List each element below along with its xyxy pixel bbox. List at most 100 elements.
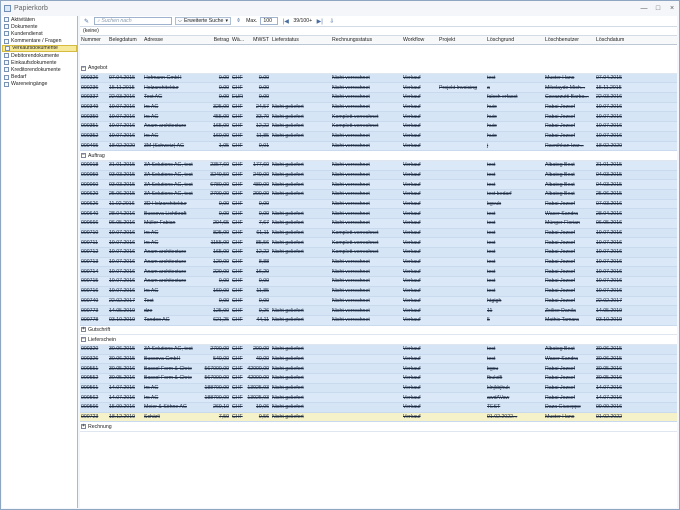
table-row[interactable]: 000640 28.04.2016 Bussova Lichtkraft 0,00 CH… xyxy=(80,209,677,219)
sidebar-item-bedarf[interactable]: Bedarf xyxy=(2,74,77,81)
table-cell: CHF xyxy=(232,249,243,256)
table-header: Nummer Belegdatum Adresse Betrag Wä... MWST Li… xyxy=(80,36,677,45)
group-lieferschein[interactable]: − Lieferschein xyxy=(80,335,677,345)
table-cell: 07.04.2015 xyxy=(596,75,622,82)
search-input[interactable]: ⌕ Suchen nach xyxy=(94,17,172,25)
table-row[interactable]: 000716 19.07.2016 Irs AG 160,00 CHF 11,85 Nich… xyxy=(80,286,677,297)
table-cell: 567000,00 xyxy=(204,375,229,382)
sidebar-item-einkaufsdokumente[interactable]: Einkaufsdokumente xyxy=(2,59,77,66)
collapse-icon[interactable]: − xyxy=(81,337,86,343)
table-row[interactable]: 000723 18.12.2019 Schärli 7,50 CHF 0,56 Nicht … xyxy=(80,412,677,423)
column-header[interactable]: Belegdatum xyxy=(108,37,143,43)
group-gutschrift[interactable]: + Gutschrift xyxy=(80,325,677,336)
table-cell: Nicht verrechnet xyxy=(332,104,370,111)
table-row[interactable]: 000349 19.07.2016 Irs AG 325,00 CHF 24,57 Nich… xyxy=(80,102,677,113)
column-header[interactable]: Rechnungsstatus xyxy=(331,37,402,43)
collapse-icon[interactable]: − xyxy=(81,153,86,159)
sidebar-item-aktivit-ten[interactable]: Aktivitäten xyxy=(2,16,77,23)
table-cell: test xyxy=(487,230,496,237)
column-header[interactable]: Löschbenutzer xyxy=(544,37,595,43)
table-cell: 18.02.2020 xyxy=(109,142,135,149)
collapse-icon[interactable]: − xyxy=(81,65,86,71)
column-header[interactable]: Workflow xyxy=(402,37,438,43)
edit-icon[interactable]: ✎ xyxy=(82,17,91,25)
table-row[interactable]: 000626 11.02.2016 3D Holzarchitektur 0,00 CH… xyxy=(80,199,677,210)
table-row[interactable]: 000778 03.10.2019 Tandoo AG 621,25 CHF 44,11 N… xyxy=(80,315,677,326)
first-page-icon[interactable]: |◀ xyxy=(281,17,290,25)
close-button[interactable]: × xyxy=(665,5,679,12)
minimize-button[interactable]: — xyxy=(637,5,651,12)
table-row[interactable]: 000060 03.03.2015 3A Solutions AG, test 678… xyxy=(80,180,677,190)
table-row[interactable]: 000326 07.04.2015 Hofmann GmbH 0,00 CHF 0,00 N… xyxy=(80,73,677,84)
group-rechnung[interactable]: + Rechnung xyxy=(80,422,677,433)
sidebar-item-verkaufsdokumente[interactable]: Verkaufsdokumente xyxy=(2,44,77,52)
table-row[interactable]: 000710 19.07.2016 Irs AG 825,00 CHF 61,11 Nich… xyxy=(80,228,677,239)
max-input[interactable]: 100 xyxy=(260,17,279,25)
table-row[interactable]: 000566 15.09.2016 Meier & Söhne AG 269,10 CH… xyxy=(80,403,677,413)
table-cell: Münger Florian xyxy=(545,220,580,227)
group-auftrag[interactable]: − Auftrag xyxy=(80,151,677,161)
table-row[interactable]: 000714 19.07.2016 Anam architecture 220,00 C… xyxy=(80,267,677,278)
table-cell: Nicht verrechnet xyxy=(332,297,370,304)
table-row[interactable]: 000059 03.03.2015 3A Solutions AG, test 324… xyxy=(80,170,677,181)
column-header[interactable]: Projekt xyxy=(438,37,486,43)
table-cell: test xyxy=(487,171,496,178)
column-header[interactable]: Wä... xyxy=(231,37,246,43)
table-cell: CHF xyxy=(232,355,243,362)
table-row[interactable]: 000713 19.07.2016 Anam architecture 120,00 C… xyxy=(80,257,677,268)
table-row[interactable]: 000018 31.01.2015 3A Solutions AG, test 235… xyxy=(80,160,677,171)
last-page-icon[interactable]: ▶| xyxy=(315,17,324,25)
table-cell: test xyxy=(487,346,496,353)
sidebar-item-kommentare-fragen[interactable]: Kommentare / Fragen xyxy=(2,38,77,45)
table-cell: test xyxy=(487,355,496,362)
table-row[interactable]: 000712 19.07.2016 Anam architecture 165,00 C… xyxy=(80,248,677,258)
table-row[interactable]: 000773 14.05.2019 dze 125,00 CHF 9,26 Nicht ge… xyxy=(80,306,677,316)
sidebar-item-debitorendokumente[interactable]: Debitorendokumente xyxy=(2,52,77,59)
maximize-button[interactable]: □ xyxy=(651,5,665,12)
table-row[interactable]: 000562 14.07.2016 Irs AG 188700,00 CHF 13925,… xyxy=(80,393,677,404)
expand-icon[interactable]: + xyxy=(81,424,86,430)
export-icon[interactable]: ⇩ xyxy=(327,17,336,25)
column-header[interactable]: Lieferstatus xyxy=(271,37,331,43)
column-header[interactable]: MWST xyxy=(246,37,271,43)
table-row[interactable]: 000326 30.06.2015 Bussova GmbH 540,00 CHF 40,… xyxy=(80,354,677,365)
table-row[interactable]: 000350 19.07.2016 Irs AG 455,00 CHF 33,70 Nich… xyxy=(80,112,677,123)
table-row[interactable]: 000715 19.07.2016 Anam architecture 0,00 CHF… xyxy=(80,277,677,287)
table-cell: Irs AG xyxy=(144,104,159,111)
table-cell: 16,29 xyxy=(256,268,269,275)
table-row[interactable]: 000552 30.05.2016 Bassol Form & Chrie 56700… xyxy=(80,374,677,384)
table-cell: Nicht verrechnet xyxy=(332,268,370,275)
sidebar-item-wareneing-nge[interactable]: Wareneingänge xyxy=(2,81,77,88)
table-cell: 30.05.2016 xyxy=(109,365,135,372)
column-header[interactable]: Betrag xyxy=(200,37,231,43)
sidebar-item-kundendienst[interactable]: Kundendienst xyxy=(2,30,77,37)
table-cell: 13925,93 xyxy=(247,385,269,392)
column-header[interactable]: Adresse xyxy=(143,37,200,43)
table-row[interactable]: 000620 25.06.2015 3A Solutions AG, test 270… xyxy=(80,189,677,200)
extended-search-button[interactable]: ⌵ Erweiterte Suche ▾ xyxy=(175,17,232,25)
table-row[interactable]: 000666 06.05.2016 Müller Fabian 204,65 CHF 7,… xyxy=(80,219,677,229)
filter-icon[interactable]: ⌽ xyxy=(234,17,243,25)
table-cell: Nicht geliefert xyxy=(272,346,304,353)
table-cell: Komplett verrechnet xyxy=(332,113,379,120)
column-header[interactable]: Nummer xyxy=(80,37,108,43)
sidebar-item-kreditorendokumente[interactable]: Kreditorendokumente xyxy=(2,66,77,73)
table-row[interactable]: 000351 19.07.2016 Anam architecture 165,00 C… xyxy=(80,122,677,132)
table-row[interactable]: 000551 30.05.2016 Bassol Form & Chrie 56700… xyxy=(80,364,677,374)
column-header[interactable]: Löschdatum xyxy=(595,37,645,43)
table-cell: 11,85 xyxy=(256,288,269,295)
table-row[interactable]: 000337 22.03.2016 Test AG 0,00 EUR 0,00 Nicht … xyxy=(80,93,677,103)
column-header[interactable]: Löschgrund xyxy=(486,37,544,43)
group-angebot[interactable]: − Angebot xyxy=(80,64,677,74)
table-cell: klnjkbjhuk xyxy=(487,385,510,392)
expand-icon[interactable]: + xyxy=(81,327,86,333)
table-row[interactable]: 000352 19.07.2016 Irs AG 160,00 CHF 11,85 Nich… xyxy=(80,131,677,142)
table-row[interactable]: 000711 19.07.2016 Irs AG 1155,00 CHF 85,56 Nic… xyxy=(80,238,677,249)
table-row[interactable]: 000236 15.11.2015 Holzarchitektur 0,00 CHF 0,… xyxy=(80,83,677,94)
table-row[interactable]: 000561 14.07.2016 Irs AG 188700,00 CHF 13925,… xyxy=(80,383,677,394)
table-row[interactable]: 000740 22.02.2017 Test 0,00 CHF 0,00 Nicht ver… xyxy=(80,296,677,307)
table-cell: 11.02.2016 xyxy=(109,200,135,207)
table-row[interactable]: 000465 18.02.2020 3M (Schweiz) AG 1,05 CHF 0,… xyxy=(80,141,677,152)
table-row[interactable]: 000320 30.06.2015 3A Solutions AG, test 270… xyxy=(80,344,677,355)
sidebar-item-dokumente[interactable]: Dokumente xyxy=(2,23,77,30)
